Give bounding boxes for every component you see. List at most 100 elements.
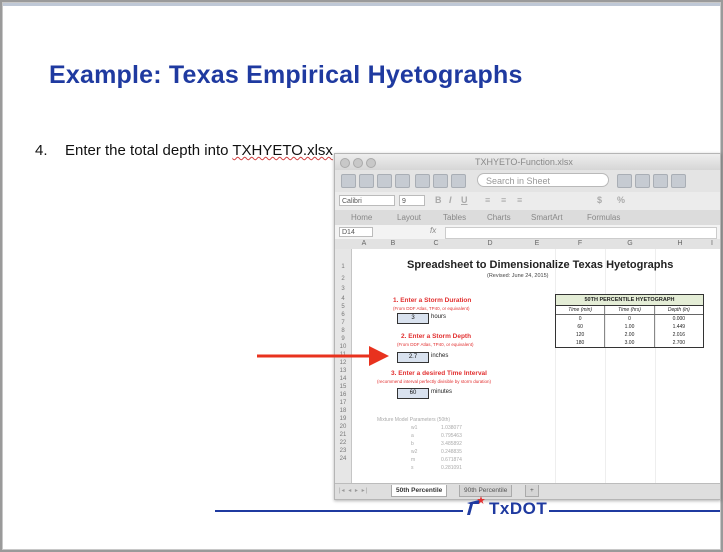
bold-button[interactable]: B	[435, 195, 442, 205]
column-header[interactable]: H	[655, 239, 705, 249]
footer-line-right	[549, 510, 720, 512]
undo-icon[interactable]	[617, 174, 632, 188]
table-cell: 2.016	[672, 332, 686, 338]
table-cell: 3.00	[605, 339, 655, 347]
sheet-tab-bar: |◂ ◂ ▸ ▸| 50th Percentile 90th Percentil…	[335, 483, 720, 499]
align-center-icon[interactable]: ≡	[501, 195, 506, 205]
param-value: 1.038077	[441, 425, 462, 431]
step3-unit: minutes	[431, 389, 453, 395]
copy-icon[interactable]	[433, 174, 448, 188]
row-header[interactable]: 6	[335, 312, 351, 318]
currency-icon[interactable]: $	[597, 195, 602, 205]
fx-label: fx	[430, 226, 437, 235]
column-header[interactable]: E	[519, 239, 555, 249]
row-header[interactable]: 19	[335, 416, 351, 422]
zoom-window-button[interactable]	[366, 158, 376, 168]
minimize-window-button[interactable]	[353, 158, 363, 168]
align-right-icon[interactable]: ≡	[517, 195, 522, 205]
row-header[interactable]: 7	[335, 320, 351, 326]
ribbon-tab-formulas[interactable]: Formulas	[587, 213, 620, 222]
redo-icon[interactable]	[635, 174, 650, 188]
window-controls	[340, 158, 379, 170]
table-cell: 0	[605, 315, 655, 323]
row-header[interactable]: 1	[335, 264, 351, 270]
hyetograph-table: 50TH PERCENTILE HYETOGRAPH Time (min) Ti…	[555, 294, 704, 348]
step3-label: 3. Enter a desired Time Interval	[391, 370, 487, 377]
print-icon[interactable]	[395, 174, 410, 188]
add-sheet-button[interactable]: +	[525, 485, 539, 497]
column-header[interactable]: B	[375, 239, 411, 249]
brand-name: TxDOT	[489, 499, 548, 518]
excel-toolbar: Search in Sheet	[335, 170, 720, 193]
row-header[interactable]: 4	[335, 296, 351, 302]
column-header[interactable]: C	[411, 239, 461, 249]
cut-icon[interactable]	[415, 174, 430, 188]
column-header[interactable]: G	[605, 239, 655, 249]
row-header[interactable]: 16	[335, 392, 351, 398]
font-size-select[interactable]: 9	[399, 195, 425, 206]
row-header[interactable]: 22	[335, 440, 351, 446]
row-header[interactable]: 18	[335, 408, 351, 414]
save-icon[interactable]	[377, 174, 392, 188]
row-header[interactable]: 2	[335, 276, 351, 282]
param-name: w2	[411, 449, 418, 455]
param-value: 0.671874	[441, 457, 462, 463]
ribbon-tab-smartart[interactable]: SmartArt	[531, 213, 563, 222]
slide-top-border	[3, 3, 720, 6]
storm-depth-input[interactable]: 2.7	[397, 352, 429, 363]
search-sheet-input[interactable]: Search in Sheet	[477, 173, 609, 187]
name-box[interactable]: D14	[339, 227, 373, 237]
table-cell: 120	[556, 331, 606, 339]
row-header[interactable]: 24	[335, 456, 351, 462]
autosum-icon[interactable]	[671, 174, 686, 188]
storm-duration-input[interactable]: 3	[397, 313, 429, 324]
param-value: 0.248835	[441, 449, 462, 455]
red-arrow-icon	[257, 346, 389, 366]
table-cell: 2.00	[605, 331, 655, 339]
sort-icon[interactable]	[653, 174, 668, 188]
row-header[interactable]: 8	[335, 328, 351, 334]
align-left-icon[interactable]: ≡	[485, 195, 490, 205]
step2-label: 2. Enter a Storm Depth	[401, 333, 472, 340]
paste-icon[interactable]	[451, 174, 466, 188]
time-interval-input[interactable]: 60	[397, 388, 429, 399]
row-header[interactable]: 5	[335, 304, 351, 310]
open-icon[interactable]	[359, 174, 374, 188]
row-header[interactable]: 9	[335, 336, 351, 342]
row-header[interactable]: 17	[335, 400, 351, 406]
ribbon-tab-tables[interactable]: Tables	[443, 213, 466, 222]
percent-icon[interactable]: %	[617, 195, 625, 205]
sheet-nav-arrows-icon[interactable]: |◂ ◂ ▸ ▸|	[339, 487, 368, 494]
formula-input[interactable]	[445, 227, 717, 239]
column-header[interactable]: A	[353, 239, 375, 249]
table-column-header: Time (min)	[556, 306, 606, 314]
slide-title: Example: Texas Empirical Hyetographs	[49, 61, 523, 89]
close-window-button[interactable]	[340, 158, 350, 168]
column-header[interactable]: I	[705, 239, 719, 249]
row-header[interactable]: 21	[335, 432, 351, 438]
params-title: Mixture Model Parameters (50th)	[377, 417, 451, 423]
bullet-filename: TXHYETO.xlsx	[232, 142, 333, 159]
sheet-subtitle: (Revised: June 24, 2015)	[487, 273, 549, 279]
row-header[interactable]: 23	[335, 448, 351, 454]
ribbon-tabs: Home Layout Tables Charts SmartArt Formu…	[335, 210, 720, 226]
param-name: m	[411, 457, 416, 463]
ribbon-tab-charts[interactable]: Charts	[487, 213, 511, 222]
new-doc-icon[interactable]	[341, 174, 356, 188]
underline-button[interactable]: U	[461, 195, 468, 205]
table-title: 50TH PERCENTILE HYETOGRAPH	[556, 295, 703, 306]
italic-button[interactable]: I	[449, 195, 452, 205]
row-header[interactable]: 3	[335, 286, 351, 292]
column-header[interactable]: F	[555, 239, 605, 249]
font-name-select[interactable]: Calibri	[339, 195, 395, 206]
table-cell: 1.449	[672, 324, 686, 330]
column-header[interactable]: D	[461, 239, 519, 249]
sheet-tab-50th[interactable]: 50th Percentile	[391, 485, 448, 497]
ribbon-tab-layout[interactable]: Layout	[397, 213, 421, 222]
row-header[interactable]: 15	[335, 384, 351, 390]
ribbon-tab-home[interactable]: Home	[351, 213, 372, 222]
row-header[interactable]: 20	[335, 424, 351, 430]
row-header[interactable]: 14	[335, 376, 351, 382]
bullet-text: Enter the total depth into	[65, 142, 233, 159]
table-row: 180 3.00 2.700	[556, 339, 703, 347]
